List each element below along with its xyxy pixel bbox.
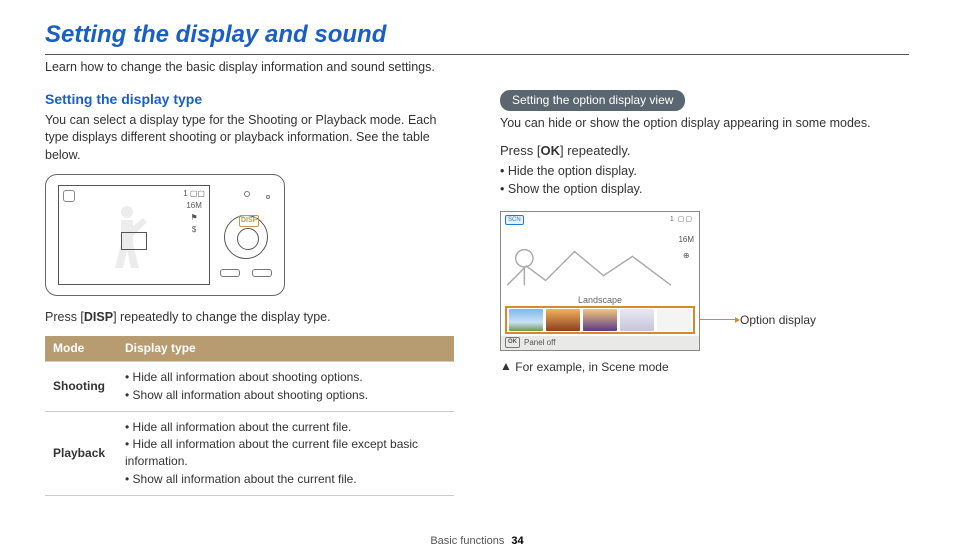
- example-note-text: For example, in Scene mode: [515, 360, 668, 374]
- footer-page-number: 34: [511, 535, 523, 547]
- mode-icon: [63, 190, 75, 202]
- footer-section: Basic functions: [430, 535, 504, 547]
- option-display-strip: [505, 306, 695, 334]
- table-row: Playback Hide all information about the …: [45, 411, 454, 495]
- page-footer: Basic functions 34: [0, 534, 954, 549]
- list-item: Show all information about shooting opti…: [125, 387, 446, 404]
- small-button-right: [252, 269, 272, 277]
- focus-box-icon: [121, 232, 147, 250]
- option-view-para: You can hide or show the option display …: [500, 115, 909, 133]
- display-type-para: You can select a display type for the Sh…: [45, 112, 454, 165]
- disp-token: DISP: [84, 310, 113, 324]
- scene-name-label: Landscape: [501, 294, 699, 307]
- side-status-icons: 16M ⊕: [678, 234, 694, 261]
- scene-thumb: [509, 309, 543, 331]
- dollar-icon: $: [192, 226, 196, 234]
- list-item: Hide all information about the current f…: [125, 436, 446, 470]
- hole-icon: [266, 195, 270, 199]
- triangle-up-icon: ▲: [500, 358, 512, 375]
- scene-thumb: [657, 309, 691, 331]
- table-header-mode: Mode: [45, 336, 117, 361]
- right-column: Setting the option display view You can …: [500, 90, 909, 496]
- battery-icon: 1 ▢▢: [670, 215, 693, 225]
- scn-badge-icon: SCN: [505, 215, 524, 225]
- title-rule: [45, 54, 909, 55]
- list-item: Hide all information about the current f…: [125, 419, 446, 436]
- scene-thumb: [583, 309, 617, 331]
- ok-bullets: Hide the option display. Show the option…: [500, 163, 909, 199]
- table-type-cell: Hide all information about the current f…: [117, 411, 454, 495]
- press-disp-line: Press [DISP] repeatedly to change the di…: [45, 309, 454, 327]
- camera-illustration: 1 ▢▢ 16M ⚑ $ DISP: [45, 174, 285, 296]
- globe-icon: ⊕: [683, 250, 690, 261]
- callout-label: Option display: [740, 312, 816, 329]
- text: ] repeatedly to change the display type.: [113, 310, 331, 324]
- display-type-table: Mode Display type Shooting Hide all info…: [45, 336, 454, 496]
- list-item: Hide all information about shooting opti…: [125, 369, 446, 386]
- table-type-cell: Hide all information about shooting opti…: [117, 361, 454, 411]
- ok-button-icon: OK: [505, 337, 520, 347]
- scene-thumb: [620, 309, 654, 331]
- text: Press [: [45, 310, 84, 324]
- led-icon: [244, 191, 250, 197]
- subhead-display-type: Setting the display type: [45, 90, 454, 110]
- example-note: ▲ For example, in Scene mode: [500, 359, 909, 376]
- small-button-left: [220, 269, 240, 277]
- option-display-illustration: SCN 1 ▢▢ 16M ⊕ Landscape: [500, 211, 700, 351]
- table-mode-cell: Playback: [45, 411, 117, 495]
- list-item: Show the option display.: [500, 181, 909, 199]
- ok-token: OK: [540, 143, 560, 158]
- resolution-icon: 16M: [678, 234, 694, 245]
- table-mode-cell: Shooting: [45, 361, 117, 411]
- camera-screen: 1 ▢▢ 16M ⚑ $: [58, 185, 210, 285]
- camera-buttons: DISP: [218, 185, 274, 285]
- table-row: Shooting Hide all information about shoo…: [45, 361, 454, 411]
- text: Press [: [500, 143, 540, 158]
- dpad: DISP: [224, 215, 268, 259]
- page-intro: Learn how to change the basic display in…: [45, 59, 909, 77]
- pill-heading-option-view: Setting the option display view: [500, 90, 685, 111]
- page-title: Setting the display and sound: [45, 18, 909, 52]
- landscape-preview-icon: [507, 236, 671, 296]
- callout-arrow-icon: [700, 319, 736, 320]
- screen-status-icons: 1 ▢▢ 16M ⚑ $: [183, 190, 205, 234]
- panel-off-label: Panel off: [524, 337, 555, 348]
- left-column: Setting the display type You can select …: [45, 90, 454, 496]
- battery-icon: 1 ▢▢: [183, 190, 205, 198]
- list-item: Show all information about the current f…: [125, 471, 446, 488]
- panel-bottom-bar: OK Panel off: [501, 336, 699, 350]
- table-header-type: Display type: [117, 336, 454, 361]
- scene-thumb: [546, 309, 580, 331]
- flag-icon: ⚑: [191, 214, 198, 222]
- resolution-icon: 16M: [186, 202, 202, 210]
- list-item: Hide the option display.: [500, 163, 909, 181]
- press-ok-line: Press [OK] repeatedly.: [500, 142, 909, 160]
- disp-label-on-dpad: DISP: [239, 215, 259, 227]
- text: ] repeatedly.: [560, 143, 631, 158]
